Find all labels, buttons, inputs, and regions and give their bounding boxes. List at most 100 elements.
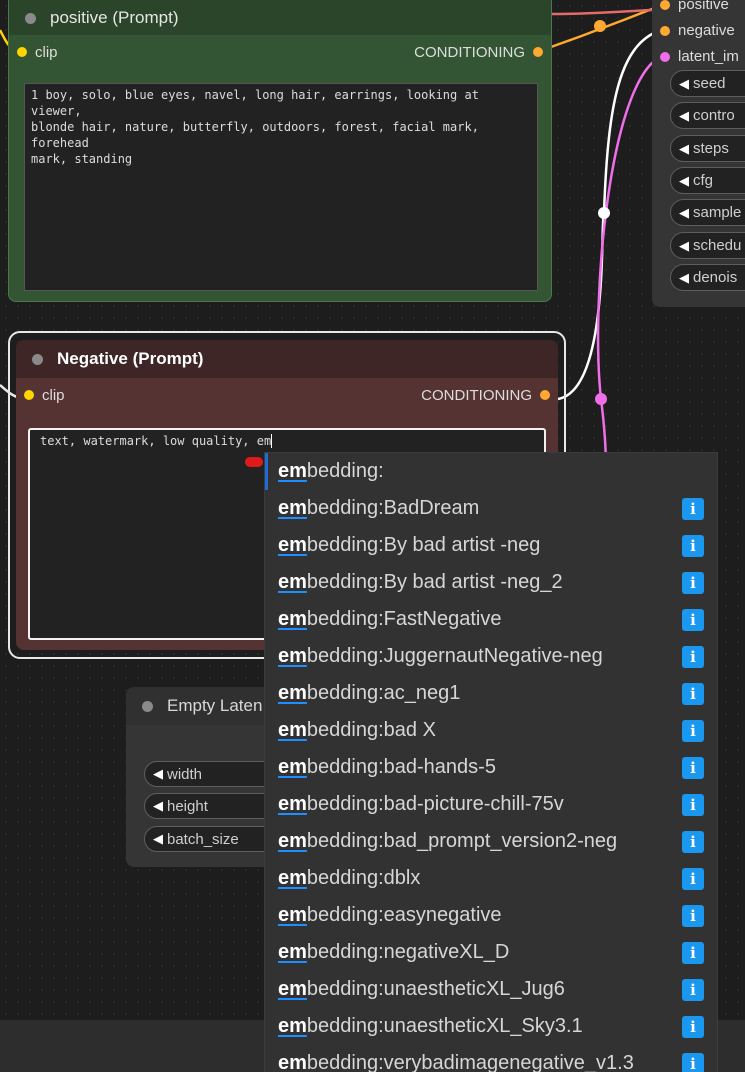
clip-port[interactable] <box>17 47 27 57</box>
ksampler-node[interactable]: positive negative latent_im ◀ seed ◀ contr… <box>652 0 745 307</box>
info-icon[interactable]: i <box>682 905 704 927</box>
item-suffix: bedding:negativeXL_D <box>306 941 510 963</box>
ksampler-input-positive[interactable]: positive <box>660 0 729 13</box>
autocomplete-item[interactable]: em bedding:easynegative i <box>265 897 717 934</box>
ksampler-input-latent[interactable]: latent_im <box>660 48 739 65</box>
item-suffix: bedding:unaestheticXL_Sky3.1 <box>306 1015 583 1037</box>
autocomplete-item[interactable]: em bedding:ac_neg1 i <box>265 675 717 712</box>
autocomplete-item[interactable]: em bedding:unaestheticXL_Jug6 i <box>265 971 717 1008</box>
match-prefix: em <box>278 645 307 667</box>
autocomplete-item[interactable]: em bedding:BadDream i <box>265 490 717 527</box>
io-row: clip CONDITIONING <box>9 35 551 69</box>
scheduler-widget[interactable]: ◀ schedu <box>670 232 745 259</box>
match-prefix: em <box>278 830 307 852</box>
denoise-widget[interactable]: ◀ denois <box>670 264 745 291</box>
decrement-arrow-icon[interactable]: ◀ <box>679 270 689 286</box>
info-icon[interactable]: i <box>682 720 704 742</box>
info-icon[interactable]: i <box>682 646 704 668</box>
conditioning-output[interactable]: CONDITIONING <box>421 387 550 404</box>
positive-prompt-textarea[interactable]: 1 boy, solo, blue eyes, navel, long hair… <box>24 83 538 291</box>
positive-port[interactable] <box>660 0 670 10</box>
match-prefix: em <box>278 867 307 889</box>
decrement-arrow-icon[interactable]: ◀ <box>679 205 689 221</box>
clip-input[interactable]: clip <box>24 387 65 404</box>
autocomplete-item[interactable]: em bedding:FastNegative i <box>265 601 717 638</box>
negative-port[interactable] <box>660 25 670 36</box>
cfg-widget[interactable]: ◀ cfg <box>670 167 745 194</box>
node-title-bar[interactable]: Negative (Prompt) <box>16 340 558 378</box>
conditioning-port[interactable] <box>540 390 550 400</box>
decrement-arrow-icon[interactable]: ◀ <box>153 798 163 814</box>
autocomplete-dropdown[interactable]: em bedding: em bedding:BadDream i em bedding:B… <box>264 452 718 1072</box>
info-icon[interactable]: i <box>682 794 704 816</box>
steps-widget[interactable]: ◀ steps <box>670 135 745 162</box>
autocomplete-item[interactable]: em bedding:bad_prompt_version2-neg i <box>265 823 717 860</box>
widget-label: schedu <box>693 237 742 254</box>
ksampler-input-negative[interactable]: negative <box>660 22 735 39</box>
decrement-arrow-icon[interactable]: ◀ <box>679 141 689 157</box>
latent-port[interactable] <box>660 51 670 62</box>
info-icon[interactable]: i <box>682 535 704 557</box>
info-icon[interactable]: i <box>682 609 704 631</box>
info-icon[interactable]: i <box>682 757 704 779</box>
match-prefix: em <box>278 497 307 519</box>
decrement-arrow-icon[interactable]: ◀ <box>679 108 689 124</box>
io-row: clip CONDITIONING <box>16 378 558 412</box>
info-icon[interactable]: i <box>682 683 704 705</box>
control-widget[interactable]: ◀ contro <box>670 102 745 129</box>
autocomplete-item[interactable]: em bedding:negativeXL_D i <box>265 934 717 971</box>
info-icon[interactable]: i <box>682 942 704 964</box>
node-title: Empty Laten <box>167 696 263 715</box>
widget-label: cfg <box>693 172 714 189</box>
conditioning-port[interactable] <box>533 47 543 57</box>
autocomplete-item[interactable]: em bedding:unaestheticXL_Sky3.1 i <box>265 1008 717 1045</box>
collapse-dot-icon[interactable] <box>142 700 153 712</box>
widget-label: denois <box>693 269 738 286</box>
collapse-dot-icon[interactable] <box>25 12 36 24</box>
empty-latent-node[interactable]: Empty Laten ◀ width ◀ height ◀ batch_size <box>126 687 286 867</box>
prompt-text: text, watermark, low quality, em <box>40 434 272 448</box>
reroute-dot-negative <box>598 207 610 219</box>
info-icon[interactable]: i <box>682 1053 704 1072</box>
autocomplete-item[interactable]: em bedding:dblx i <box>265 860 717 897</box>
positive-prompt-node[interactable]: positive (Prompt) clip CONDITIONING 1 bo… <box>8 0 552 302</box>
batch-size-widget[interactable]: ◀ batch_size <box>144 826 284 852</box>
seed-widget[interactable]: ◀ seed <box>670 70 745 97</box>
item-suffix: bedding:By bad artist -neg <box>306 534 541 556</box>
autocomplete-item[interactable]: em bedding:bad-picture-chill-75v i <box>265 786 717 823</box>
autocomplete-item[interactable]: em bedding:verybadimagenegative_v1.3 i <box>265 1045 717 1072</box>
info-icon[interactable]: i <box>682 1016 704 1038</box>
info-icon[interactable]: i <box>682 498 704 520</box>
wire-positive-conditioning <box>536 2 666 54</box>
info-icon[interactable]: i <box>682 831 704 853</box>
wire-negative-conditioning <box>557 27 666 401</box>
item-suffix: bedding:JuggernautNegative-neg <box>306 645 603 667</box>
match-prefix: em <box>278 793 307 815</box>
decrement-arrow-icon[interactable]: ◀ <box>153 766 163 782</box>
decrement-arrow-icon[interactable]: ◀ <box>153 831 163 847</box>
height-widget[interactable]: ◀ height <box>144 793 284 819</box>
match-prefix: em <box>278 978 307 1000</box>
info-icon[interactable]: i <box>682 572 704 594</box>
autocomplete-item[interactable]: em bedding: <box>265 453 717 490</box>
sampler-widget[interactable]: ◀ sample <box>670 199 745 226</box>
collapse-dot-icon[interactable] <box>32 353 43 365</box>
autocomplete-item[interactable]: em bedding:bad X i <box>265 712 717 749</box>
info-icon[interactable]: i <box>682 868 704 890</box>
clip-port[interactable] <box>24 390 34 400</box>
width-widget[interactable]: ◀ width <box>144 761 284 787</box>
conditioning-output[interactable]: CONDITIONING <box>414 44 543 61</box>
info-icon[interactable]: i <box>682 979 704 1001</box>
clip-input[interactable]: clip <box>17 44 58 61</box>
autocomplete-item[interactable]: em bedding:JuggernautNegative-neg i <box>265 638 717 675</box>
item-suffix: bedding:bad-hands-5 <box>306 756 496 778</box>
autocomplete-item[interactable]: em bedding:By bad artist -neg_2 i <box>265 564 717 601</box>
decrement-arrow-icon[interactable]: ◀ <box>679 76 689 92</box>
widget-label: batch_size <box>167 830 239 848</box>
node-title-bar[interactable]: Empty Laten <box>126 687 286 725</box>
autocomplete-item[interactable]: em bedding:By bad artist -neg i <box>265 527 717 564</box>
autocomplete-item[interactable]: em bedding:bad-hands-5 i <box>265 749 717 786</box>
node-title-bar[interactable]: positive (Prompt) <box>9 0 551 35</box>
decrement-arrow-icon[interactable]: ◀ <box>679 173 689 189</box>
decrement-arrow-icon[interactable]: ◀ <box>679 238 689 254</box>
